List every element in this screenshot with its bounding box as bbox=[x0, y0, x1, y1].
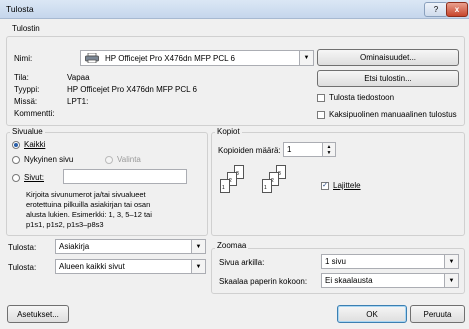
range-selection-option[interactable]: Valinta bbox=[105, 155, 141, 164]
range-selection-radio[interactable] bbox=[105, 155, 113, 164]
ok-button[interactable]: OK bbox=[337, 305, 407, 323]
range-all-radio[interactable] bbox=[12, 140, 20, 149]
zoom-group-label: Zoomaa bbox=[215, 241, 249, 250]
page-range-group-label: Sivualue bbox=[10, 127, 45, 136]
cancel-button[interactable]: Peruuta bbox=[410, 305, 465, 323]
scale-value: Ei skaalausta bbox=[325, 276, 373, 285]
copies-count-label: Kopioiden määrä: bbox=[218, 146, 281, 155]
range-all-option[interactable]: Kaikki bbox=[12, 140, 45, 149]
help-button[interactable]: ? bbox=[424, 2, 448, 17]
per-sheet-value: 1 sivu bbox=[325, 257, 346, 266]
print-what-label: Tulosta: bbox=[8, 243, 37, 252]
range-current-radio[interactable] bbox=[12, 155, 20, 164]
collate-checkbox[interactable]: ✓ bbox=[321, 181, 329, 190]
info-row: Tyyppi: HP Officejet Pro X476dn MFP PCL 6 bbox=[14, 84, 197, 96]
info-row: Missä: LPT1: bbox=[14, 96, 197, 108]
pages-help-text: Kirjoita sivunumerot ja/tai sivualueet e… bbox=[26, 190, 152, 230]
print-scope-select[interactable]: Alueen kaikki sivut ▼ bbox=[55, 259, 206, 274]
info-label: Tyyppi: bbox=[14, 85, 40, 94]
page-icon: 1 bbox=[220, 179, 230, 193]
info-row: Kommentti: bbox=[14, 108, 197, 120]
range-pages-option[interactable]: Sivut: bbox=[12, 173, 44, 182]
info-value: LPT1: bbox=[67, 97, 89, 106]
collate-option[interactable]: ✓ Lajittele bbox=[321, 181, 361, 190]
info-row: Tila: Vapaa bbox=[14, 72, 197, 84]
info-value: Vapaa bbox=[67, 73, 90, 82]
range-current-option[interactable]: Nykyinen sivu bbox=[12, 155, 73, 164]
print-to-file-checkbox[interactable] bbox=[317, 93, 325, 102]
chevron-down-icon[interactable]: ▼ bbox=[444, 255, 458, 268]
range-pages-label: Sivut: bbox=[24, 173, 45, 182]
printer-group-label: Tulostin bbox=[10, 24, 42, 33]
page-icon: 1 bbox=[262, 179, 272, 193]
collate-label: Lajittele bbox=[333, 181, 361, 190]
print-scope-label: Tulosta: bbox=[8, 263, 37, 272]
manual-duplex-label: Kaksipuolinen manuaalinen tulostus bbox=[329, 110, 457, 119]
printer-select[interactable]: HP Officejet Pro X476dn MFP PCL 6 ▼ bbox=[80, 50, 314, 66]
printer-name-label: Nimi: bbox=[14, 54, 33, 63]
manual-duplex-checkbox[interactable] bbox=[317, 110, 325, 119]
collate-stack-1: 3 2 1 bbox=[220, 165, 254, 197]
spin-down-icon[interactable]: ▼ bbox=[327, 150, 332, 156]
print-scope-value: Alueen kaikki sivut bbox=[59, 262, 125, 271]
copies-count-value: 1 bbox=[287, 145, 292, 154]
find-printer-button[interactable]: Etsi tulostin... bbox=[317, 70, 459, 87]
chevron-down-icon[interactable]: ▼ bbox=[191, 240, 205, 253]
info-label: Kommentti: bbox=[14, 109, 55, 118]
window-title: Tulosta bbox=[6, 4, 34, 14]
chevron-down-icon[interactable]: ▼ bbox=[191, 260, 205, 273]
chevron-down-icon[interactable]: ▼ bbox=[299, 51, 313, 65]
scale-label: Skaalaa paperin kokoon: bbox=[219, 277, 308, 286]
print-to-file-label: Tulosta tiedostoon bbox=[329, 93, 395, 102]
manual-duplex-option[interactable]: Kaksipuolinen manuaalinen tulostus bbox=[317, 110, 457, 119]
range-pages-radio[interactable] bbox=[12, 173, 20, 182]
info-label: Tila: bbox=[14, 73, 29, 82]
print-what-select[interactable]: Asiakirja ▼ bbox=[55, 239, 206, 254]
collate-stack-2: 3 2 1 bbox=[262, 165, 296, 197]
help-line: alusta lukien. Esimerkki: 1, 3, 5–12 tai bbox=[26, 210, 152, 219]
help-line: Kirjoita sivunumerot ja/tai sivualueet bbox=[26, 190, 146, 199]
chevron-down-icon[interactable]: ▼ bbox=[444, 274, 458, 287]
title-bar bbox=[0, 0, 469, 19]
pages-input[interactable] bbox=[63, 169, 187, 184]
printer-info: Tila: Vapaa Tyyppi: HP Officejet Pro X476d… bbox=[14, 72, 197, 120]
info-value: HP Officejet Pro X476dn MFP PCL 6 bbox=[67, 85, 197, 94]
help-line: p1s1, p1s2, p1s3–p8s3 bbox=[26, 220, 104, 229]
scale-select[interactable]: Ei skaalausta ▼ bbox=[321, 273, 459, 288]
info-label: Missä: bbox=[14, 97, 38, 106]
range-current-label: Nykyinen sivu bbox=[24, 155, 74, 164]
range-selection-label: Valinta bbox=[117, 155, 141, 164]
help-line: erotettuina pilkuilla asiakirjan tai osa… bbox=[26, 200, 151, 209]
properties-button[interactable]: Ominaisuudet... bbox=[317, 49, 459, 66]
options-button[interactable]: Asetukset... bbox=[7, 305, 69, 323]
print-to-file-option[interactable]: Tulosta tiedostoon bbox=[317, 93, 394, 102]
spinner-icon[interactable]: ▲ ▼ bbox=[322, 143, 335, 156]
per-sheet-label: Sivua arkilla: bbox=[219, 258, 265, 267]
per-sheet-select[interactable]: 1 sivu ▼ bbox=[321, 254, 459, 269]
printer-icon bbox=[85, 52, 99, 64]
copies-group-label: Kopiot bbox=[215, 127, 242, 136]
close-button[interactable]: x bbox=[446, 2, 468, 17]
printer-name-value: HP Officejet Pro X476dn MFP PCL 6 bbox=[105, 53, 235, 63]
range-all-label: Kaikki bbox=[24, 140, 46, 149]
copies-count-input[interactable]: 1 ▲ ▼ bbox=[283, 142, 336, 157]
print-what-value: Asiakirja bbox=[59, 242, 90, 251]
